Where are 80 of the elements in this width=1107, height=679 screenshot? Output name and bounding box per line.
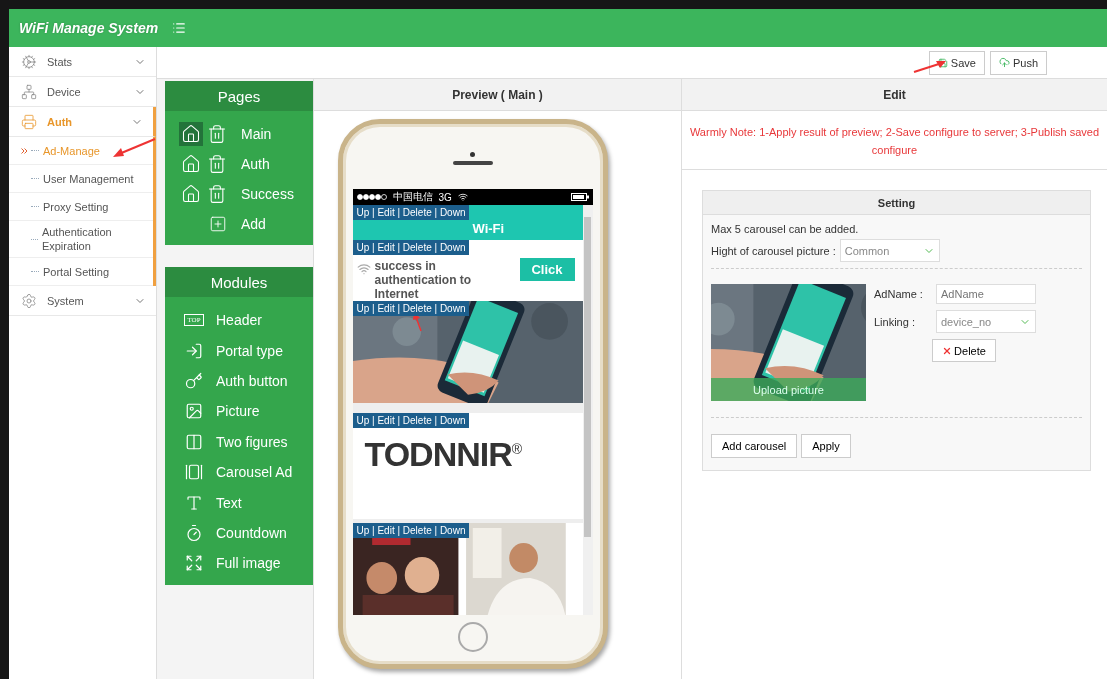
- height-select[interactable]: Common: [839, 239, 940, 262]
- auth-text: success in authentication to Internet: [374, 259, 473, 301]
- field-label: AdName :: [874, 288, 924, 300]
- add-page-link[interactable]: Add: [241, 216, 266, 232]
- save-icon: [937, 57, 948, 68]
- wifi-icon: [356, 262, 371, 276]
- apply-button[interactable]: Apply: [801, 434, 851, 458]
- module-item[interactable]: Carousel Ad: [216, 464, 293, 481]
- delete-button[interactable]: Delete: [932, 339, 996, 362]
- warning-note: Warmly Note: 1-Apply result of preview; 2-Save configure to server; 3-Publish saved configure: [682, 111, 1107, 170]
- double-chevron-icon: [21, 147, 28, 154]
- home-icon[interactable]: [179, 122, 203, 146]
- module-icon: [184, 371, 204, 390]
- limit-text: Max 5 carousel can be added.: [711, 223, 860, 235]
- menu-icon[interactable]: [172, 21, 187, 35]
- add-carousel-button[interactable]: Add carousel: [711, 434, 798, 458]
- sidebar-subitem[interactable]: Authentication Expiration: [9, 221, 153, 258]
- app-title: WiFi Manage System: [19, 20, 159, 36]
- panel-title: Pages: [165, 81, 313, 111]
- column-header: Preview ( Main ): [314, 79, 681, 111]
- trash-icon[interactable]: [207, 124, 227, 144]
- speaker-icon: [452, 161, 493, 165]
- sidebar-item[interactable]: Device: [9, 77, 156, 107]
- sidebar-subitem[interactable]: User Management: [9, 165, 153, 193]
- module-item[interactable]: Portal type: [216, 342, 283, 359]
- page-item[interactable]: Auth: [241, 156, 270, 172]
- sidebar-subitem[interactable]: Proxy Setting: [9, 193, 153, 221]
- page-item[interactable]: Success: [241, 186, 294, 202]
- click-button[interactable]: Click: [519, 258, 575, 281]
- module-icon: [184, 432, 204, 451]
- field-label: Hight of carousel picture :: [711, 244, 836, 257]
- module-item[interactable]: Header: [216, 312, 262, 329]
- panel-title: Modules: [165, 267, 313, 297]
- module-icon: [184, 493, 204, 512]
- add-icon[interactable]: [209, 215, 227, 233]
- trash-icon[interactable]: [207, 184, 227, 204]
- camera-icon: [470, 152, 475, 157]
- sidebar-item-icon: [21, 113, 37, 130]
- wifi-icon: [457, 192, 468, 202]
- sidebar-item[interactable]: System: [9, 286, 156, 316]
- module-icon: [184, 523, 204, 542]
- adname-field[interactable]: AdName: [936, 284, 1036, 304]
- module-icon: [184, 341, 204, 360]
- sidebar-item[interactable]: Stats: [9, 47, 156, 77]
- module-item[interactable]: Text: [216, 494, 242, 511]
- module-actions[interactable]: Up | Edit | Delete | Down: [352, 413, 470, 428]
- signal-icon: [356, 194, 387, 200]
- cloud-upload-icon: [998, 57, 1010, 68]
- linking-select[interactable]: device_no: [936, 310, 1036, 333]
- upload-picture-button[interactable]: Upload picture: [711, 378, 866, 401]
- header-title: Wi-Fi: [472, 221, 505, 236]
- module-item[interactable]: Auth button: [216, 372, 288, 389]
- module-actions[interactable]: Up | Edit | Delete | Down: [352, 205, 470, 220]
- sidebar-item-icon: [21, 53, 37, 70]
- module-icon: [184, 402, 204, 421]
- sidebar-item-icon: [21, 292, 37, 309]
- push-button[interactable]: Push: [989, 50, 1047, 75]
- brand-logo: TODNNIR$^{®}$: [364, 435, 522, 474]
- module-item[interactable]: Full image: [216, 555, 281, 572]
- module-actions[interactable]: Up | Edit | Delete | Down: [352, 301, 470, 316]
- close-icon: [942, 345, 953, 356]
- module-item[interactable]: Picture: [216, 403, 260, 420]
- module-actions[interactable]: Up | Edit | Delete | Down: [352, 240, 470, 255]
- column-header: Edit: [682, 79, 1107, 111]
- module-item[interactable]: Two figures: [216, 433, 288, 450]
- annotation-arrow: [912, 58, 948, 76]
- save-button[interactable]: Save: [928, 50, 985, 75]
- sidebar-subitem[interactable]: Portal Setting: [9, 258, 153, 286]
- module-actions[interactable]: Up | Edit | Delete | Down: [352, 523, 470, 538]
- field-label: Linking :: [874, 315, 916, 328]
- carrier-text: 中国电信: [392, 190, 433, 204]
- card-title: Setting: [703, 191, 1090, 215]
- module-icon: [184, 554, 204, 573]
- sidebar-item-icon: [21, 83, 37, 100]
- page-item[interactable]: Main: [241, 126, 272, 142]
- module-item[interactable]: Countdown: [216, 524, 287, 541]
- trash-icon[interactable]: [207, 154, 227, 174]
- battery-icon: [570, 193, 589, 201]
- network-text: 3G: [438, 191, 452, 203]
- module-icon: [184, 463, 204, 482]
